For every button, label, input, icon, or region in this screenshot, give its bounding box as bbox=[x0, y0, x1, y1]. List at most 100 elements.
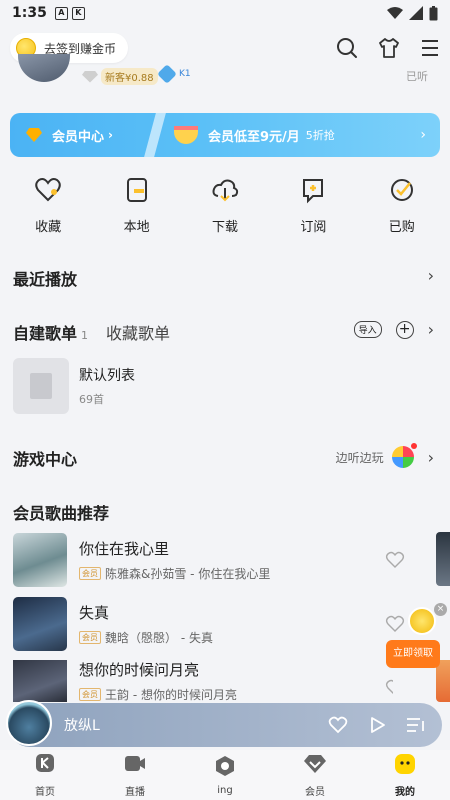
playlist-tabs: 自建歌单 1 收藏歌单 bbox=[13, 320, 170, 344]
avatar[interactable] bbox=[18, 54, 70, 82]
tab-live[interactable]: 直播 bbox=[105, 753, 165, 798]
playlist-count: 69首 bbox=[79, 393, 104, 406]
song-title: 失真 bbox=[79, 604, 110, 622]
music-file-icon bbox=[30, 373, 52, 399]
menu-icon[interactable] bbox=[420, 39, 440, 57]
new-user-badge[interactable]: 新客¥0.88 bbox=[82, 68, 158, 85]
tab-home[interactable]: 首页 bbox=[15, 753, 75, 798]
song-cover bbox=[13, 660, 67, 702]
bottom-tab-bar: 首页 直播 ing 会员 我的 bbox=[0, 750, 450, 800]
vip-center-button[interactable]: 会员中心 › bbox=[10, 113, 150, 157]
local-file-icon bbox=[126, 178, 147, 202]
song-row[interactable]: 你住在我心里 会员 陈雅森&孙茹雪 - 你住在我心里 bbox=[13, 532, 405, 588]
quick-purchased[interactable]: 已购 bbox=[367, 176, 437, 235]
tab-vip[interactable]: 会员 bbox=[285, 753, 345, 798]
purchased-icon bbox=[390, 179, 413, 201]
heart-icon bbox=[35, 178, 61, 202]
playlist-cover bbox=[13, 358, 69, 414]
level-label: K1 bbox=[179, 69, 191, 79]
song-cover bbox=[13, 597, 67, 651]
playlist-icon[interactable] bbox=[406, 716, 426, 734]
vip-promo-icon bbox=[174, 126, 198, 144]
song-row[interactable]: 失真 会员 魏晗（慇慇） - 失真 bbox=[13, 596, 405, 652]
chevron-right-icon: › bbox=[108, 128, 113, 142]
recent-play-title[interactable]: 最近播放 bbox=[13, 266, 77, 290]
tab-mine[interactable]: 我的 bbox=[375, 753, 435, 798]
live-icon bbox=[125, 755, 145, 771]
game-hint: 边听边玩 bbox=[335, 450, 384, 465]
song-artist: 魏晗（慇慇） - 失真 bbox=[105, 631, 213, 645]
diamond-icon bbox=[82, 70, 98, 83]
player-title: 放纵L bbox=[64, 718, 100, 734]
add-playlist-button[interactable]: + bbox=[395, 320, 414, 339]
quick-label: 收藏 bbox=[35, 220, 62, 235]
game-center-title[interactable]: 游戏中心 bbox=[13, 446, 77, 470]
chevron-right-icon: › bbox=[420, 127, 426, 143]
notification-a-icon: A bbox=[54, 6, 68, 20]
chevron-right-icon[interactable]: › bbox=[428, 320, 434, 339]
tab-ing[interactable]: ing bbox=[195, 755, 255, 796]
playlist-actions: 导入 + › bbox=[353, 320, 434, 339]
gift-icon[interactable] bbox=[408, 607, 436, 635]
song-title: 你住在我心里 bbox=[79, 540, 170, 558]
quick-download[interactable]: 下载 bbox=[190, 176, 260, 235]
tab-label: 我的 bbox=[395, 786, 415, 798]
song-cover bbox=[13, 533, 67, 587]
download-icon bbox=[212, 179, 239, 202]
subscribe-icon bbox=[303, 179, 324, 204]
quick-favorites[interactable]: 收藏 bbox=[13, 176, 83, 235]
quick-label: 下载 bbox=[211, 220, 238, 235]
mini-player[interactable]: 放纵L bbox=[6, 700, 442, 747]
side-banner[interactable] bbox=[436, 532, 450, 586]
status-bar: 1:35 A K bbox=[0, 0, 450, 26]
close-icon[interactable]: × bbox=[434, 603, 447, 616]
game-center-entry[interactable]: 边听边玩 › bbox=[335, 443, 434, 468]
player-cover[interactable] bbox=[6, 700, 52, 746]
quick-local[interactable]: 本地 bbox=[102, 176, 172, 235]
notification-k-icon: K bbox=[71, 6, 85, 20]
search-icon[interactable] bbox=[336, 37, 358, 59]
listened-label[interactable]: 已听 bbox=[406, 68, 428, 84]
heart-icon[interactable] bbox=[385, 678, 393, 698]
level-badge[interactable]: K1 bbox=[157, 64, 191, 84]
created-count: 1 bbox=[81, 329, 89, 342]
playlist-name: 默认列表 bbox=[79, 368, 135, 384]
tab-label: 会员 bbox=[305, 786, 325, 798]
heart-icon[interactable] bbox=[385, 614, 405, 634]
chevron-right-icon: › bbox=[427, 447, 434, 467]
profile-row: 新客¥0.88 K1 已听 bbox=[0, 54, 450, 92]
quick-label: 本地 bbox=[123, 220, 150, 235]
skin-icon[interactable] bbox=[378, 37, 400, 59]
song-artist: 王韵 - 想你的时候问月亮 bbox=[105, 688, 237, 702]
quick-label: 订阅 bbox=[300, 220, 327, 235]
vip-icon bbox=[304, 754, 326, 773]
vip-tag: 会员 bbox=[79, 631, 101, 644]
claim-button[interactable]: 立即领取 bbox=[386, 640, 440, 668]
vip-promo-label: 会员低至9元/月 bbox=[208, 129, 300, 145]
level-icon bbox=[157, 64, 177, 84]
vip-promo-button[interactable]: 会员低至9元/月 5折抢 › bbox=[160, 126, 440, 145]
heart-icon[interactable] bbox=[385, 550, 405, 570]
battery-icon bbox=[429, 5, 438, 20]
song-row[interactable]: 想你的时候问月亮 会员 王韵 - 想你的时候问月亮 bbox=[13, 660, 393, 702]
vip-center-label: 会员中心 bbox=[52, 129, 105, 145]
tab-collected-playlists[interactable]: 收藏歌单 bbox=[106, 320, 170, 344]
play-icon[interactable] bbox=[368, 716, 386, 734]
default-playlist[interactable]: 默认列表 69首 bbox=[13, 358, 135, 414]
quick-label: 已购 bbox=[388, 220, 415, 235]
vip-gem-icon bbox=[26, 128, 42, 142]
game-ball-icon bbox=[391, 443, 417, 468]
mine-icon bbox=[395, 753, 415, 774]
quick-actions: 收藏 本地 下载 订阅 已购 bbox=[0, 176, 450, 235]
vip-tag: 会员 bbox=[79, 688, 101, 701]
ing-icon bbox=[216, 755, 234, 776]
tab-label: ing bbox=[217, 784, 233, 796]
quick-subscribe[interactable]: 订阅 bbox=[278, 176, 348, 235]
tab-label: 首页 bbox=[35, 786, 55, 798]
chevron-right-icon[interactable]: › bbox=[428, 266, 434, 285]
tab-created-playlists[interactable]: 自建歌单 bbox=[13, 320, 77, 344]
home-icon bbox=[36, 753, 54, 772]
import-button[interactable]: 导入 bbox=[353, 321, 382, 338]
tab-label: 直播 bbox=[125, 786, 145, 798]
heart-icon[interactable] bbox=[328, 715, 348, 735]
